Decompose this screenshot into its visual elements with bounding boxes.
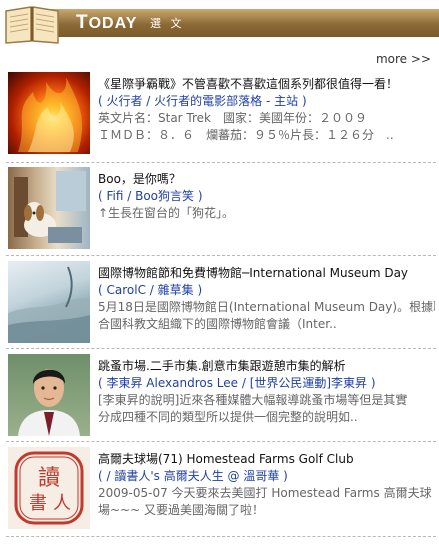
more-link[interactable]: more >>: [376, 52, 431, 66]
today-header: TODAY 選 文: [0, 0, 439, 46]
list-item: Boo，是你嗎？ ( Fifi / Boo狗言笑 ) ↑生長在窗台的「狗花」。: [0, 167, 439, 251]
item-source[interactable]: ( CarolC / 雜草集 ): [98, 282, 435, 299]
header-subtitle: 選 文: [150, 17, 185, 30]
svg-text:人: 人: [53, 493, 71, 514]
item-desc: [李東昇的說明]近來各種媒體大幅報導跳蚤市場等但是其實: [98, 393, 408, 407]
fire-thumbnail[interactable]: [8, 72, 90, 154]
item-title[interactable]: 國際博物館節和免費博物館─International Museum Day: [98, 265, 435, 282]
divider: [6, 162, 436, 163]
divider: [6, 536, 436, 537]
divider: [6, 348, 436, 349]
item-source[interactable]: ( / 讀書人's 高爾夫人生 @ 溫哥華 ): [98, 468, 435, 485]
item-title[interactable]: Boo，是你嗎？: [98, 171, 435, 188]
list-item: 讀 書 人 高爾夫球場(71) Homestead Farms Golf Clu…: [0, 447, 439, 533]
divider: [6, 441, 436, 442]
item-title[interactable]: 《星際爭霸戰》不管喜歡不喜歡這個系列都很值得一看！: [98, 76, 435, 93]
header-title: TODAY: [76, 12, 138, 33]
item-source[interactable]: ( Fifi / Boo狗言笑 ): [98, 188, 435, 205]
dog-thumbnail[interactable]: [8, 167, 90, 249]
item-desc: ↑生長在窗台的「狗花」。: [98, 206, 235, 220]
list-item: 國際博物館節和免費博物館─International Museum Day ( …: [0, 261, 439, 345]
item-desc: ＩＭＤＢ：８．６ 爛蕃茄：９５％片長：１２６分 ..: [98, 128, 394, 142]
list-item: 跳蚤市場.二手市集.創意市集跟遊憩市集的解析 ( 李東昇 Alexandros …: [0, 354, 439, 438]
item-title[interactable]: 高爾夫球場(71) Homestead Farms Golf Club: [98, 451, 435, 468]
svg-text:讀: 讀: [38, 466, 60, 491]
item-desc: 分成四種不同的類型所以提供一個完整的說明如..: [98, 410, 358, 424]
item-source[interactable]: ( 火行者 / 火行者的電影部落格 - 主站 ): [98, 93, 435, 110]
divider: [6, 255, 436, 256]
item-desc: 英文片名：Star Trek 國家：美國年份：２００９: [98, 111, 367, 125]
item-desc: 5月18日是國際博物館日(International Museum Day)。根…: [98, 300, 435, 314]
seal-stamp-thumbnail[interactable]: 讀 書 人: [8, 447, 90, 529]
item-desc: 合國科教文組織下的國際博物館會議（Inter..: [98, 317, 337, 331]
portrait-thumbnail[interactable]: [8, 354, 90, 436]
svg-text:書: 書: [29, 493, 47, 514]
item-desc: 場~~~ 又要過美國海關了啦！: [98, 503, 264, 517]
list-item: 《星際爭霸戰》不管喜歡不喜歡這個系列都很值得一看！ ( 火行者 / 火行者的電影…: [0, 72, 439, 160]
item-title[interactable]: 跳蚤市場.二手市集.創意市集跟遊憩市集的解析: [98, 358, 435, 375]
item-source[interactable]: ( 李東昇 Alexandros Lee / [世界公民運動]李東昇 ): [98, 375, 435, 392]
item-desc: 2009-05-07 今天要來去美國打 Homestead Farms 高爾夫球: [98, 486, 432, 500]
open-book-icon: [5, 6, 59, 44]
museum-thumbnail[interactable]: [8, 261, 90, 343]
